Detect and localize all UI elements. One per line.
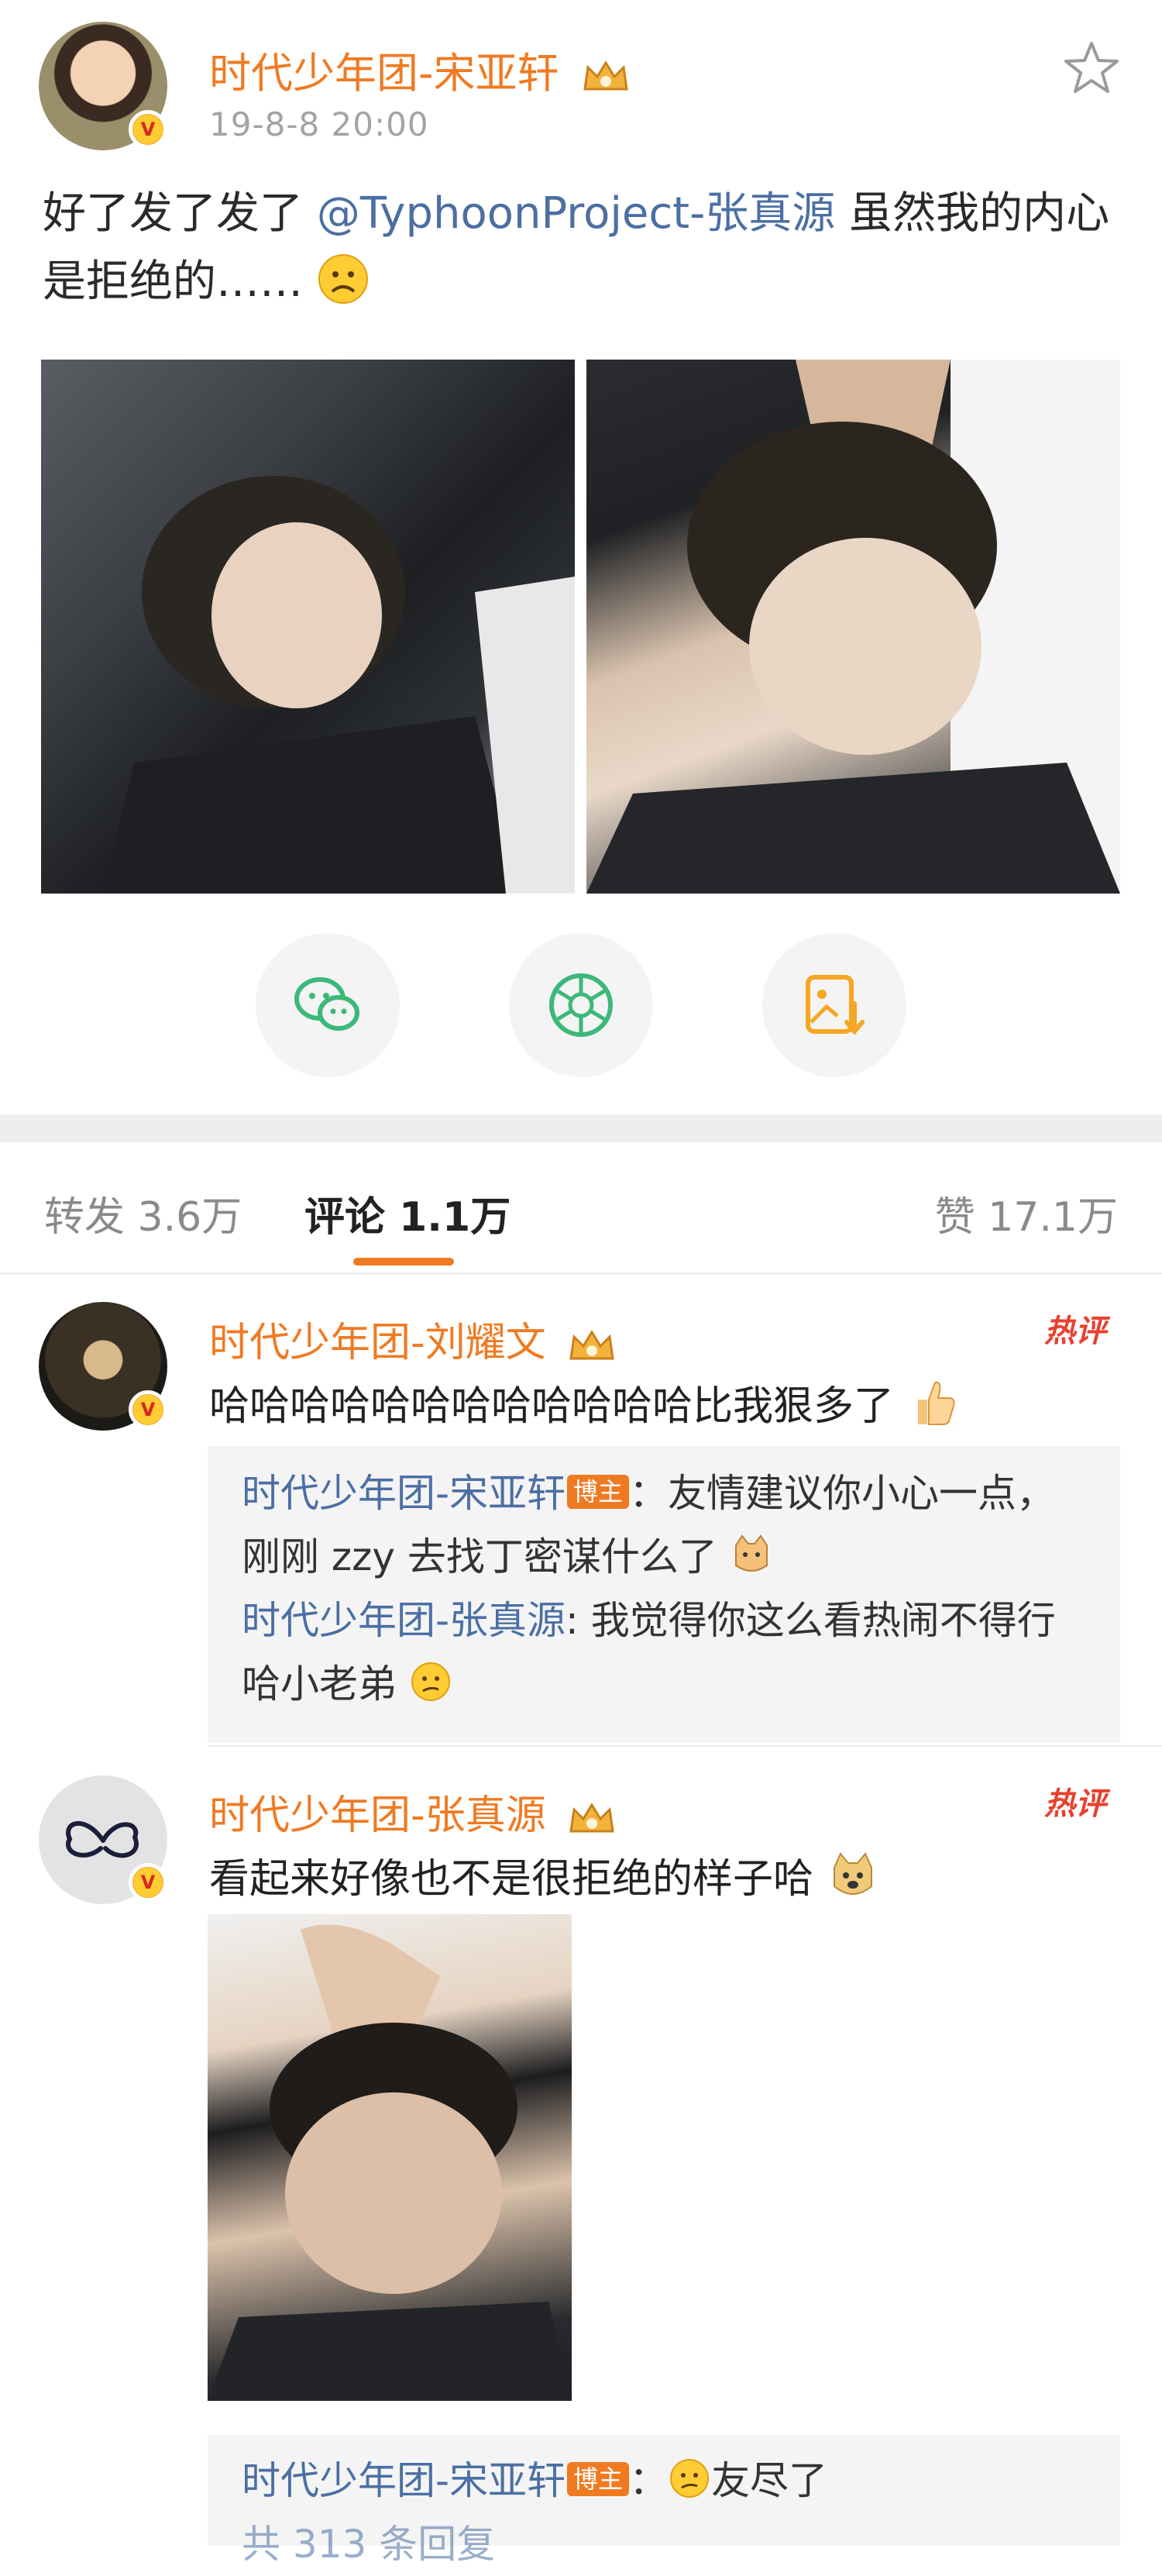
verified-badge-icon: V <box>129 110 167 149</box>
share-wechat-button[interactable] <box>256 933 400 1077</box>
reply-item[interactable]: 时代少年团-宋亚轩 博主 ：友情建议你小心一点，刚刚 zzy 去找丁密谋什么了 <box>242 1462 1094 1589</box>
post-photo-2[interactable] <box>586 360 1120 894</box>
post-photo-1[interactable] <box>41 360 575 894</box>
section-divider <box>0 1114 1162 1142</box>
reply-author[interactable]: 时代少年团-张真源 <box>242 1598 566 1643</box>
photo-2-illustration <box>586 360 1120 894</box>
comment-text-body: 看起来好像也不是很拒绝的样子哈 <box>209 1856 814 1903</box>
more-replies-link[interactable]: 共 313 条回复 <box>242 2512 1094 2576</box>
comment-text-body: 哈哈哈哈哈哈哈哈哈哈哈哈比我狠多了 <box>209 1383 895 1430</box>
svg-text:热评: 热评 <box>1044 1314 1111 1349</box>
commenter-name-text[interactable]: 时代少年团-张真源 <box>209 1793 546 1839</box>
active-tab-indicator <box>353 1258 454 1266</box>
post-author-name[interactable]: 时代少年团-宋亚轩 <box>209 49 559 98</box>
mention-link[interactable]: @TyphoonProject-张真源 <box>317 188 835 239</box>
crown-badge-icon <box>569 1330 615 1360</box>
verified-badge-icon: V <box>129 1863 167 1902</box>
crown-badge-icon <box>583 60 628 91</box>
commenter-name[interactable]: 时代少年团-刘耀文 <box>209 1310 617 1368</box>
reply-thread[interactable]: 时代少年团-宋亚轩 博主 ：友情建议你小心一点，刚刚 zzy 去找丁密谋什么了 时代… <box>208 1446 1120 1743</box>
hot-comment-badge: 热评 <box>1043 1306 1120 1352</box>
reply-author[interactable]: 时代少年团-宋亚轩 <box>242 2458 566 2503</box>
reply-thread[interactable]: 时代少年团-宋亚轩 博主： 友尽了 共 313 条回复 <box>208 2435 1120 2567</box>
commenter-name[interactable]: 时代少年团-张真源 <box>209 1782 617 1841</box>
hot-comment-badge: 热评 <box>1043 1779 1120 1825</box>
doge-emoji-icon <box>833 1852 872 1895</box>
comment-divider <box>208 1745 1162 1747</box>
comment-photo[interactable] <box>208 1914 572 2401</box>
thumbs-up-emoji-icon <box>917 1381 955 1425</box>
reply-text: 友尽了 <box>711 2458 828 2503</box>
cat-emoji-icon <box>734 1534 768 1572</box>
verified-badge-icon: V <box>129 1390 167 1429</box>
wechat-icon <box>294 977 359 1031</box>
reply-author[interactable]: 时代少年团-宋亚轩 <box>242 1471 566 1516</box>
crown-badge-icon <box>569 1803 615 1833</box>
comment-text: 看起来好像也不是很拒绝的样子哈 <box>209 1846 879 1904</box>
photo-1-illustration <box>103 476 575 894</box>
tab-likes[interactable]: 赞 17.1万 <box>935 1184 1118 1242</box>
post-body: 好了发了发了 @TyphoonProject-张真源 虽然我的内心是拒绝的…… <box>43 180 1127 316</box>
commenter-name-text[interactable]: 时代少年团-刘耀文 <box>209 1320 546 1366</box>
reply-item[interactable]: 时代少年团-宋亚轩 博主： 友尽了 <box>242 2449 1094 2512</box>
tab-comments[interactable]: 评论 1.1万 <box>304 1184 511 1242</box>
tabs-divider <box>0 1273 1162 1274</box>
owner-tag-badge: 博主 <box>567 2462 630 2496</box>
post-timestamp: 19-8-8 20:00 <box>209 105 429 143</box>
favorite-star-icon[interactable] <box>1063 39 1120 96</box>
comment-photo-illustration <box>208 1924 572 2401</box>
share-moments-button[interactable] <box>509 933 653 1077</box>
owner-tag-badge: 博主 <box>567 1475 630 1509</box>
moments-icon <box>549 973 613 1037</box>
save-image-button[interactable] <box>762 933 906 1077</box>
svg-text:热评: 热评 <box>1044 1786 1111 1822</box>
reply-item[interactable]: 时代少年团-张真源: 我觉得你这么看热闹不得行哈小老弟 <box>242 1589 1094 1716</box>
save-image-icon <box>806 975 865 1035</box>
post-text-start: 好了发了发了 <box>43 188 317 239</box>
thinking-emoji-icon <box>670 2459 710 2498</box>
tab-repost[interactable]: 转发 3.6万 <box>44 1184 242 1242</box>
post-author[interactable]: 时代少年团-宋亚轩 <box>209 39 631 100</box>
thinking-emoji-icon <box>411 1662 450 1701</box>
sad-face-emoji-icon <box>318 254 368 304</box>
comment-text: 哈哈哈哈哈哈哈哈哈哈哈哈比我狠多了 <box>209 1373 960 1431</box>
